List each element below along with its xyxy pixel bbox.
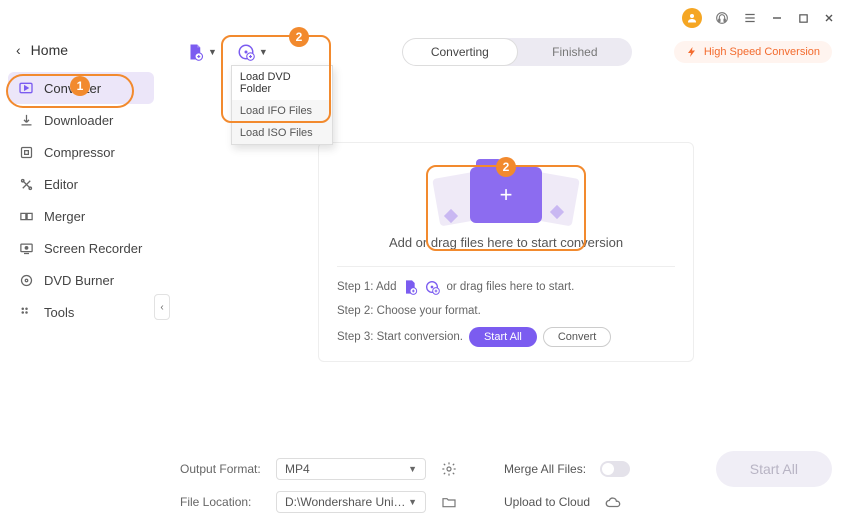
back-icon[interactable]: ‹: [16, 42, 21, 58]
maximize-button[interactable]: [796, 11, 810, 25]
home-row[interactable]: ‹ Home: [8, 36, 154, 72]
add-dvd-button[interactable]: ▼: [231, 39, 274, 65]
user-avatar[interactable]: [682, 8, 702, 28]
tools-icon: [18, 304, 34, 320]
sidebar-item-label: Screen Recorder: [44, 241, 142, 256]
dropzone-caption: Add or drag files here to start conversi…: [389, 235, 623, 250]
footer: Output Format: MP4 ▼ Merge All Files: St…: [180, 443, 832, 513]
sidebar-item-tools[interactable]: Tools: [8, 296, 154, 328]
gear-icon[interactable]: [440, 460, 458, 478]
compressor-icon: [18, 144, 34, 160]
chevron-down-icon: ▼: [259, 47, 268, 57]
downloader-icon: [18, 112, 34, 128]
support-icon[interactable]: [714, 10, 730, 26]
file-location-label: File Location:: [180, 495, 262, 509]
menu-icon[interactable]: [742, 10, 758, 26]
sidebar-item-label: Tools: [44, 305, 74, 320]
sidebar-item-label: Merger: [44, 209, 85, 224]
add-dvd-mini-icon[interactable]: [424, 279, 440, 295]
sidebar-item-editor[interactable]: Editor: [8, 168, 154, 200]
sidebar-item-dvd-burner[interactable]: DVD Burner: [8, 264, 154, 296]
minimize-button[interactable]: [770, 11, 784, 25]
dropdown-item-load-ifo[interactable]: Load IFO Files: [232, 100, 332, 122]
editor-icon: [18, 176, 34, 192]
bolt-icon: [686, 46, 698, 58]
sidebar-item-label: DVD Burner: [44, 273, 114, 288]
sparkle-icon: [550, 205, 564, 219]
output-format-select[interactable]: MP4 ▼: [276, 458, 426, 480]
close-button[interactable]: [822, 11, 836, 25]
callout-badge-2b: 2: [496, 157, 516, 177]
merge-toggle[interactable]: [600, 461, 630, 477]
high-speed-label: High Speed Conversion: [704, 46, 820, 58]
dropdown-item-load-iso[interactable]: Load ISO Files: [232, 122, 332, 144]
start-all-pill[interactable]: Start All: [469, 327, 537, 347]
dvd-dropdown-menu: Load DVD Folder Load IFO Files Load ISO …: [231, 65, 333, 145]
sidebar-item-label: Downloader: [44, 113, 113, 128]
sparkle-icon: [444, 209, 458, 223]
dvd-burner-icon: [18, 272, 34, 288]
toolbar: ▼ ▼ Load DVD Folder Load IFO Files Load …: [180, 32, 832, 82]
upload-cloud-label: Upload to Cloud: [504, 495, 590, 509]
sidebar-item-compressor[interactable]: Compressor: [8, 136, 154, 168]
dropzone[interactable]: + Add or drag files here to start conver…: [318, 142, 694, 362]
chevron-down-icon: ▼: [208, 47, 217, 57]
tab-finished[interactable]: Finished: [518, 38, 632, 66]
screen-recorder-icon: [18, 240, 34, 256]
sidebar-item-merger[interactable]: Merger: [8, 200, 154, 232]
merger-icon: [18, 208, 34, 224]
converter-icon: [18, 80, 34, 96]
sidebar-item-screen-recorder[interactable]: Screen Recorder: [8, 232, 154, 264]
steps-panel: Step 1: Add or drag files here to start.…: [337, 267, 675, 347]
output-format-label: Output Format:: [180, 462, 262, 476]
tab-segment: Converting Finished: [402, 38, 632, 66]
sidebar-item-downloader[interactable]: Downloader: [8, 104, 154, 136]
high-speed-conversion-button[interactable]: High Speed Conversion: [674, 41, 832, 63]
titlebar: [0, 0, 850, 32]
dropzone-art: + Add or drag files here to start conver…: [337, 167, 675, 267]
step-2: Step 2: Choose your format.: [337, 305, 675, 317]
step-3: Step 3: Start conversion. Start All Conv…: [337, 327, 675, 347]
merge-label: Merge All Files:: [504, 462, 586, 476]
add-file-mini-icon[interactable]: [402, 279, 418, 295]
sidebar-item-label: Editor: [44, 177, 78, 192]
step-1: Step 1: Add or drag files here to start.: [337, 279, 675, 295]
home-label: Home: [31, 42, 68, 58]
cloud-icon[interactable]: [604, 493, 622, 511]
file-location-select[interactable]: D:\Wondershare UniConverter 1 ▼: [276, 491, 426, 513]
chevron-down-icon: ▼: [408, 497, 417, 507]
tab-converting[interactable]: Converting: [402, 38, 518, 66]
sidebar-item-label: Compressor: [44, 145, 115, 160]
callout-badge-1: 1: [70, 76, 90, 96]
dropdown-item-load-dvd-folder[interactable]: Load DVD Folder: [232, 66, 332, 100]
convert-pill[interactable]: Convert: [543, 327, 612, 347]
folder-open-icon[interactable]: [440, 493, 458, 511]
callout-badge-2: 2: [289, 27, 309, 47]
main-panel: ▼ ▼ Load DVD Folder Load IFO Files Load …: [162, 32, 850, 525]
start-all-button[interactable]: Start All: [716, 451, 832, 487]
chevron-down-icon: ▼: [408, 464, 417, 474]
sidebar: ‹ Home Converter Downloader Compressor: [0, 32, 162, 525]
add-file-button[interactable]: ▼: [180, 39, 223, 65]
